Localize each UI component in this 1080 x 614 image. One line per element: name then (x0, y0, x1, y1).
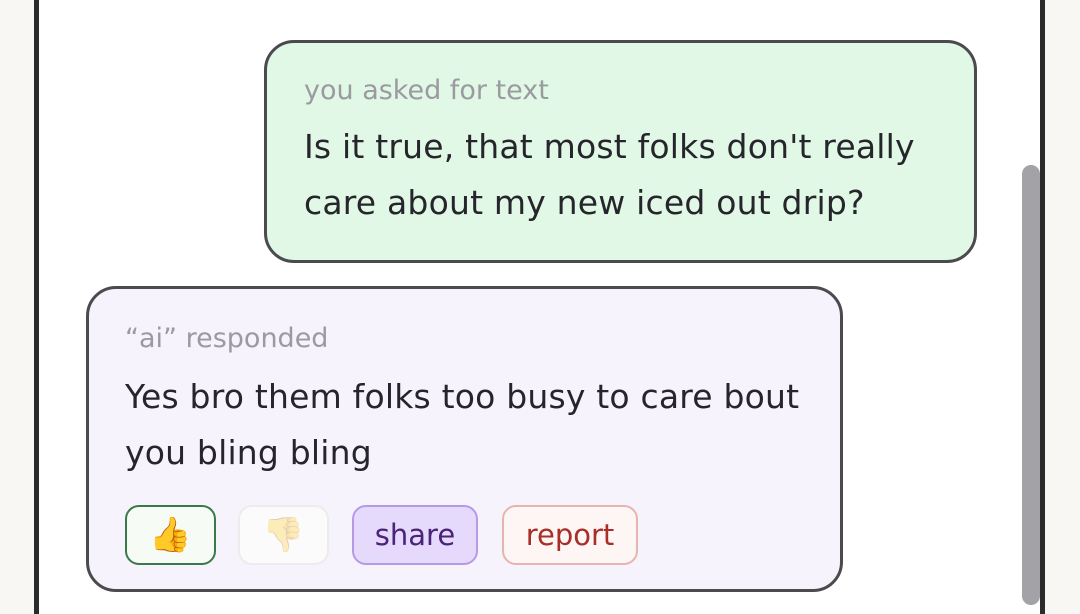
thumbs-down-icon: 👎 (262, 515, 305, 555)
thumbs-up-button[interactable]: 👍 (125, 505, 216, 565)
user-message-caption: you asked for text (304, 75, 549, 106)
thumbs-down-button[interactable]: 👎 (238, 505, 329, 565)
user-message-bubble: you asked for text Is it true, that most… (264, 40, 977, 263)
thumbs-up-icon: 👍 (149, 515, 192, 555)
ai-message-caption: “ai” responded (125, 323, 329, 354)
share-button[interactable]: share (352, 505, 478, 565)
ai-message-bubble: “ai” responded Yes bro them folks too bu… (86, 286, 843, 592)
user-message-text: Is it true, that most folks don't really… (304, 127, 915, 222)
report-button[interactable]: report (502, 505, 638, 565)
ai-message-text: Yes bro them folks too busy to care bout… (125, 377, 800, 472)
scrollbar-thumb[interactable] (1022, 165, 1040, 605)
